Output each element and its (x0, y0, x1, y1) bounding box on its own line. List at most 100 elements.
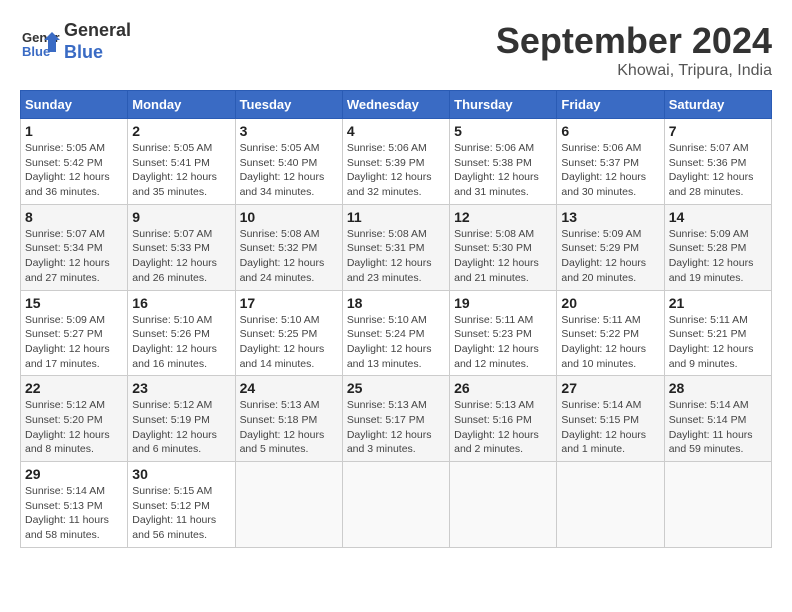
day-number: 24 (240, 380, 338, 396)
logo: General Blue General Blue (20, 20, 131, 63)
calendar-week-1: 1Sunrise: 5:05 AMSunset: 5:42 PMDaylight… (21, 119, 772, 205)
calendar-cell: 2Sunrise: 5:05 AMSunset: 5:41 PMDaylight… (128, 119, 235, 205)
calendar-cell: 18 Sunrise: 5:10 AMSunset: 5:24 PMDayligh… (342, 290, 449, 376)
calendar-cell: 1Sunrise: 5:05 AMSunset: 5:42 PMDaylight… (21, 119, 128, 205)
day-info: Sunrise: 5:05 AMSunset: 5:42 PMDaylight:… (25, 141, 123, 200)
day-number: 14 (669, 209, 767, 225)
calendar-cell: 11 Sunrise: 5:08 AMSunset: 5:31 PMDayligh… (342, 204, 449, 290)
header-cell-wednesday: Wednesday (342, 91, 449, 119)
day-number: 20 (561, 295, 659, 311)
calendar-cell: 8 Sunrise: 5:07 AMSunset: 5:34 PMDaylight… (21, 204, 128, 290)
calendar-cell: 14 Sunrise: 5:09 AMSunset: 5:28 PMDayligh… (664, 204, 771, 290)
logo-icon: General Blue (20, 22, 60, 62)
logo-text: General Blue (64, 20, 131, 63)
day-info: Sunrise: 5:08 AMSunset: 5:32 PMDaylight:… (240, 227, 338, 286)
calendar-week-4: 22 Sunrise: 5:12 AMSunset: 5:20 PMDayligh… (21, 376, 772, 462)
header-cell-saturday: Saturday (664, 91, 771, 119)
day-info: Sunrise: 5:06 AMSunset: 5:39 PMDaylight:… (347, 141, 445, 200)
day-number: 21 (669, 295, 767, 311)
day-number: 5 (454, 123, 552, 139)
header-cell-thursday: Thursday (450, 91, 557, 119)
day-number: 3 (240, 123, 338, 139)
day-info: Sunrise: 5:14 AMSunset: 5:13 PMDaylight:… (25, 484, 123, 543)
calendar-cell: 28Sunrise: 5:14 AMSunset: 5:14 PMDayligh… (664, 376, 771, 462)
calendar-cell: 17 Sunrise: 5:10 AMSunset: 5:25 PMDayligh… (235, 290, 342, 376)
calendar-cell: 27 Sunrise: 5:14 AMSunset: 5:15 PMDayligh… (557, 376, 664, 462)
day-info: Sunrise: 5:08 AMSunset: 5:31 PMDaylight:… (347, 227, 445, 286)
day-number: 2 (132, 123, 230, 139)
day-number: 29 (25, 466, 123, 482)
calendar-cell: 19 Sunrise: 5:11 AMSunset: 5:23 PMDayligh… (450, 290, 557, 376)
day-number: 22 (25, 380, 123, 396)
day-info: Sunrise: 5:06 AMSunset: 5:37 PMDaylight:… (561, 141, 659, 200)
day-info: Sunrise: 5:10 AMSunset: 5:24 PMDaylight:… (347, 313, 445, 372)
day-info: Sunrise: 5:13 AMSunset: 5:18 PMDaylight:… (240, 398, 338, 457)
calendar-cell: 3 Sunrise: 5:05 AMSunset: 5:40 PMDaylight… (235, 119, 342, 205)
calendar-cell: 7 Sunrise: 5:07 AMSunset: 5:36 PMDaylight… (664, 119, 771, 205)
day-info: Sunrise: 5:11 AMSunset: 5:21 PMDaylight:… (669, 313, 767, 372)
calendar-cell: 21 Sunrise: 5:11 AMSunset: 5:21 PMDayligh… (664, 290, 771, 376)
calendar-cell (450, 462, 557, 548)
month-title: September 2024 (496, 20, 772, 62)
header-cell-monday: Monday (128, 91, 235, 119)
day-info: Sunrise: 5:06 AMSunset: 5:38 PMDaylight:… (454, 141, 552, 200)
svg-text:Blue: Blue (22, 44, 50, 59)
day-info: Sunrise: 5:10 AMSunset: 5:25 PMDaylight:… (240, 313, 338, 372)
calendar-cell: 9Sunrise: 5:07 AMSunset: 5:33 PMDaylight… (128, 204, 235, 290)
day-number: 18 (347, 295, 445, 311)
calendar-cell: 6 Sunrise: 5:06 AMSunset: 5:37 PMDaylight… (557, 119, 664, 205)
calendar-cell (664, 462, 771, 548)
calendar-cell: 23Sunrise: 5:12 AMSunset: 5:19 PMDayligh… (128, 376, 235, 462)
day-number: 27 (561, 380, 659, 396)
header-cell-friday: Friday (557, 91, 664, 119)
day-number: 6 (561, 123, 659, 139)
day-number: 15 (25, 295, 123, 311)
day-info: Sunrise: 5:09 AMSunset: 5:27 PMDaylight:… (25, 313, 123, 372)
day-number: 16 (132, 295, 230, 311)
day-number: 8 (25, 209, 123, 225)
calendar-cell (557, 462, 664, 548)
day-info: Sunrise: 5:14 AMSunset: 5:15 PMDaylight:… (561, 398, 659, 457)
calendar-cell: 16 Sunrise: 5:10 AMSunset: 5:26 PMDayligh… (128, 290, 235, 376)
page-header: General Blue General Blue September 2024… (20, 20, 772, 80)
day-info: Sunrise: 5:15 AMSunset: 5:12 PMDaylight:… (132, 484, 230, 543)
day-info: Sunrise: 5:09 AMSunset: 5:28 PMDaylight:… (669, 227, 767, 286)
day-number: 19 (454, 295, 552, 311)
calendar-table: SundayMondayTuesdayWednesdayThursdayFrid… (20, 90, 772, 548)
calendar-header-row: SundayMondayTuesdayWednesdayThursdayFrid… (21, 91, 772, 119)
calendar-cell: 29 Sunrise: 5:14 AMSunset: 5:13 PMDayligh… (21, 462, 128, 548)
day-info: Sunrise: 5:13 AMSunset: 5:16 PMDaylight:… (454, 398, 552, 457)
day-info: Sunrise: 5:07 AMSunset: 5:34 PMDaylight:… (25, 227, 123, 286)
calendar-week-2: 8 Sunrise: 5:07 AMSunset: 5:34 PMDaylight… (21, 204, 772, 290)
calendar-cell (235, 462, 342, 548)
day-number: 25 (347, 380, 445, 396)
calendar-cell: 25 Sunrise: 5:13 AMSunset: 5:17 PMDayligh… (342, 376, 449, 462)
calendar-cell: 30 Sunrise: 5:15 AMSunset: 5:12 PMDayligh… (128, 462, 235, 548)
day-info: Sunrise: 5:05 AMSunset: 5:40 PMDaylight:… (240, 141, 338, 200)
calendar-cell (342, 462, 449, 548)
day-info: Sunrise: 5:10 AMSunset: 5:26 PMDaylight:… (132, 313, 230, 372)
day-number: 7 (669, 123, 767, 139)
day-number: 17 (240, 295, 338, 311)
calendar-cell: 5 Sunrise: 5:06 AMSunset: 5:38 PMDaylight… (450, 119, 557, 205)
logo-line1: General (64, 20, 131, 40)
calendar-week-3: 15 Sunrise: 5:09 AMSunset: 5:27 PMDayligh… (21, 290, 772, 376)
day-number: 11 (347, 209, 445, 225)
day-number: 30 (132, 466, 230, 482)
header-cell-sunday: Sunday (21, 91, 128, 119)
day-info: Sunrise: 5:11 AMSunset: 5:22 PMDaylight:… (561, 313, 659, 372)
day-number: 23 (132, 380, 230, 396)
day-info: Sunrise: 5:11 AMSunset: 5:23 PMDaylight:… (454, 313, 552, 372)
day-number: 13 (561, 209, 659, 225)
calendar-cell: 10Sunrise: 5:08 AMSunset: 5:32 PMDayligh… (235, 204, 342, 290)
day-info: Sunrise: 5:13 AMSunset: 5:17 PMDaylight:… (347, 398, 445, 457)
day-info: Sunrise: 5:12 AMSunset: 5:20 PMDaylight:… (25, 398, 123, 457)
header-cell-tuesday: Tuesday (235, 91, 342, 119)
location-title: Khowai, Tripura, India (496, 62, 772, 80)
calendar-week-5: 29 Sunrise: 5:14 AMSunset: 5:13 PMDayligh… (21, 462, 772, 548)
day-number: 26 (454, 380, 552, 396)
day-number: 28 (669, 380, 767, 396)
calendar-cell: 22 Sunrise: 5:12 AMSunset: 5:20 PMDayligh… (21, 376, 128, 462)
calendar-cell: 12Sunrise: 5:08 AMSunset: 5:30 PMDayligh… (450, 204, 557, 290)
day-info: Sunrise: 5:07 AMSunset: 5:36 PMDaylight:… (669, 141, 767, 200)
